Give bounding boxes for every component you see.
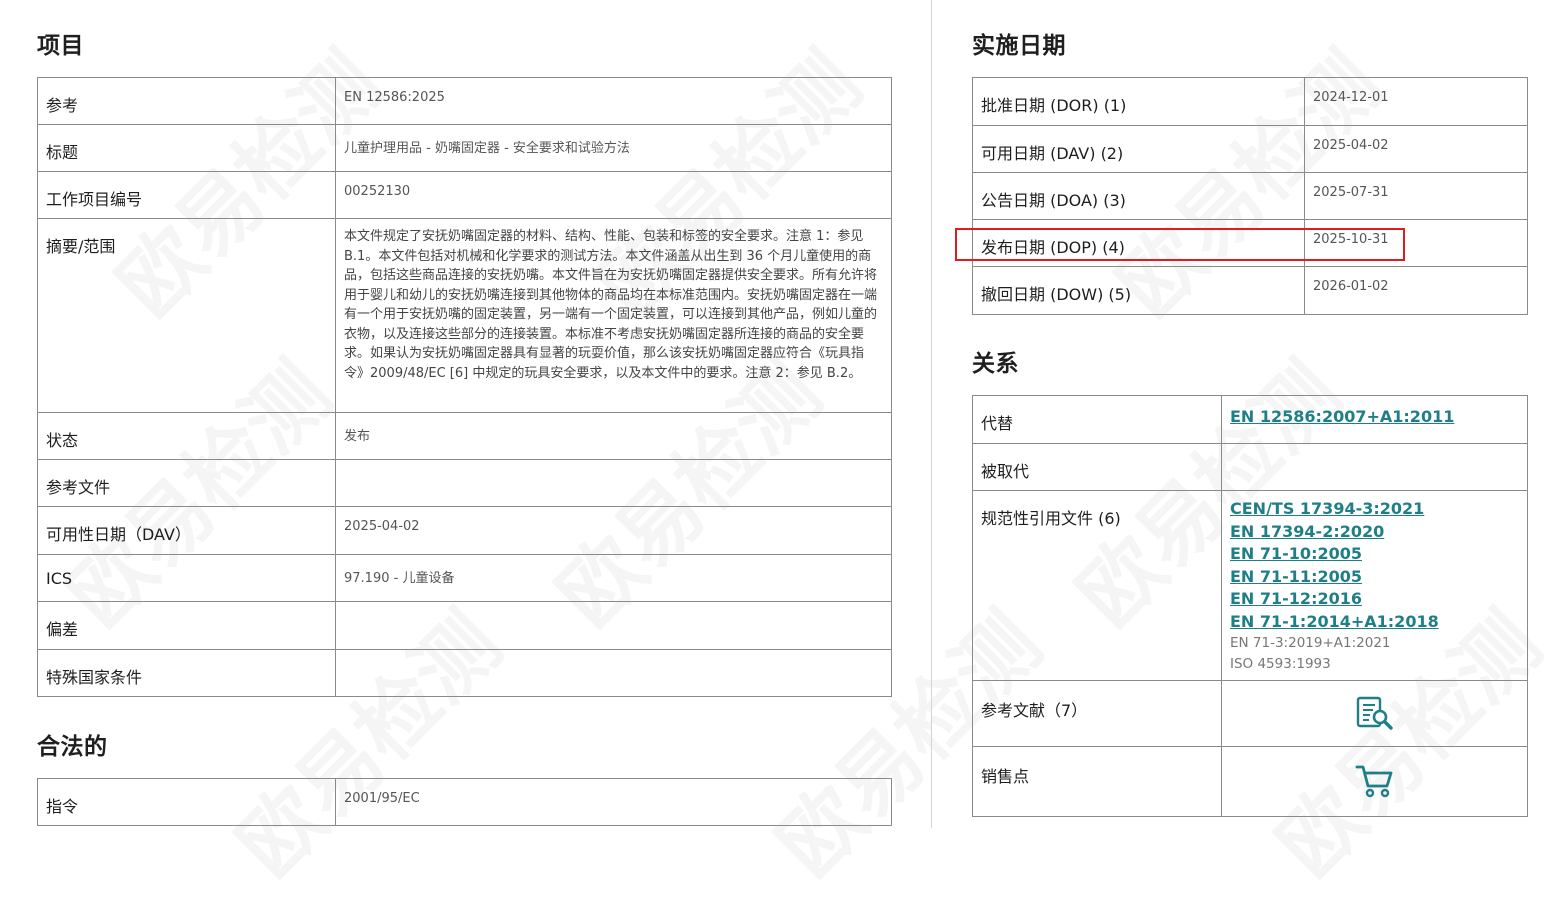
normative-link[interactable]: EN 71-12:2016 bbox=[1230, 588, 1519, 611]
dop-highlight-box bbox=[955, 228, 1405, 261]
relation-label: 代替 bbox=[972, 395, 1222, 444]
replaces-link[interactable]: EN 12586:2007+A1:2011 bbox=[1230, 406, 1519, 429]
normative-link[interactable]: EN 71-11:2005 bbox=[1230, 566, 1519, 589]
row-label: 工作项目编号 bbox=[37, 171, 336, 219]
row-value: 儿童护理用品 - 奶嘴固定器 - 安全要求和试验方法 bbox=[335, 124, 892, 172]
table-row: 指令 2001/95/EC bbox=[37, 778, 892, 826]
row-value bbox=[335, 649, 892, 697]
relation-value bbox=[1221, 746, 1528, 817]
table-row: 销售点 bbox=[972, 746, 1528, 817]
row-label: 特殊国家条件 bbox=[37, 649, 336, 697]
row-label: 指令 bbox=[37, 778, 336, 826]
row-value: 97.190 - 儿童设备 bbox=[335, 554, 892, 602]
row-value: 发布 bbox=[335, 412, 892, 460]
table-row: 批准日期 (DOR) (1) 2024-12-01 bbox=[972, 77, 1528, 126]
section-title-legal: 合法的 bbox=[37, 734, 108, 760]
row-value bbox=[335, 601, 892, 650]
normative-reference: EN 71-3:2019+A1:2021 bbox=[1230, 635, 1391, 651]
section-title-project: 项目 bbox=[37, 33, 84, 59]
row-label: 状态 bbox=[37, 412, 336, 460]
row-value: EN 12586:2025 bbox=[335, 77, 892, 125]
row-value: 00252130 bbox=[335, 171, 892, 219]
date-value: 2024-12-01 bbox=[1304, 77, 1528, 126]
normative-references: CEN/TS 17394-3:2021 EN 17394-2:2020 EN 7… bbox=[1221, 490, 1528, 681]
table-row: 被取代 bbox=[972, 443, 1528, 491]
table-row: 偏差 bbox=[37, 601, 892, 650]
row-label: 标题 bbox=[37, 124, 336, 172]
table-row: 公告日期 (DOA) (3) 2025-07-31 bbox=[972, 172, 1528, 220]
date-value: 2025-07-31 bbox=[1304, 172, 1528, 220]
date-value: 2025-04-02 bbox=[1304, 125, 1528, 173]
relation-value bbox=[1221, 680, 1528, 747]
section-title-dates: 实施日期 bbox=[972, 33, 1066, 59]
row-value: 2025-04-02 bbox=[335, 506, 892, 555]
relation-label: 销售点 bbox=[972, 746, 1222, 817]
column-divider bbox=[931, 0, 932, 828]
project-table: 参考 EN 12586:2025 标题 儿童护理用品 - 奶嘴固定器 - 安全要… bbox=[37, 77, 892, 697]
row-label: 参考文件 bbox=[37, 459, 336, 507]
date-label: 公告日期 (DOA) (3) bbox=[972, 172, 1305, 220]
table-row: ICS 97.190 - 儿童设备 bbox=[37, 554, 892, 602]
relation-label: 规范性引用文件 (6) bbox=[972, 490, 1222, 681]
row-label: 摘要/范围 bbox=[37, 218, 336, 413]
section-title-relations: 关系 bbox=[972, 351, 1019, 377]
row-value bbox=[335, 459, 892, 507]
dates-table: 批准日期 (DOR) (1) 2024-12-01 可用日期 (DAV) (2)… bbox=[972, 77, 1528, 315]
table-row: 参考文献（7） bbox=[972, 680, 1528, 747]
table-row: 代替 EN 12586:2007+A1:2011 bbox=[972, 395, 1528, 444]
table-row: 可用性日期（DAV） 2025-04-02 bbox=[37, 506, 892, 555]
table-row: 参考文件 bbox=[37, 459, 892, 507]
normative-link[interactable]: EN 71-1:2014+A1:2018 bbox=[1230, 611, 1519, 634]
row-value: 2001/95/EC bbox=[335, 778, 892, 826]
date-label: 可用日期 (DAV) (2) bbox=[972, 125, 1305, 173]
row-label: ICS bbox=[37, 554, 336, 602]
relation-label: 被取代 bbox=[972, 443, 1222, 491]
normative-link[interactable]: EN 71-10:2005 bbox=[1230, 543, 1519, 566]
table-row: 特殊国家条件 bbox=[37, 649, 892, 697]
row-label: 可用性日期（DAV） bbox=[37, 506, 336, 555]
abstract-text: 本文件规定了安抚奶嘴固定器的材料、结构、性能、包装和标签的安全要求。注意 1：参… bbox=[335, 218, 892, 413]
row-label: 偏差 bbox=[37, 601, 336, 650]
relation-label: 参考文献（7） bbox=[972, 680, 1222, 747]
table-row: 参考 EN 12586:2025 bbox=[37, 77, 892, 125]
date-label: 撤回日期 (DOW) (5) bbox=[972, 266, 1305, 315]
table-row: 状态 发布 bbox=[37, 412, 892, 460]
relation-value: EN 12586:2007+A1:2011 bbox=[1221, 395, 1528, 444]
table-row: 撤回日期 (DOW) (5) 2026-01-02 bbox=[972, 266, 1528, 315]
document-search-icon[interactable] bbox=[1354, 695, 1396, 731]
row-label: 参考 bbox=[37, 77, 336, 125]
table-row: 标题 儿童护理用品 - 奶嘴固定器 - 安全要求和试验方法 bbox=[37, 124, 892, 172]
normative-reference: ISO 4593:1993 bbox=[1230, 655, 1331, 672]
relations-table: 代替 EN 12586:2007+A1:2011 被取代 规范性引用文件 (6)… bbox=[972, 395, 1528, 817]
legal-table: 指令 2001/95/EC bbox=[37, 778, 892, 826]
normative-link[interactable]: EN 17394-2:2020 bbox=[1230, 521, 1519, 544]
table-row: 工作项目编号 00252130 bbox=[37, 171, 892, 219]
table-row: 规范性引用文件 (6) CEN/TS 17394-3:2021 EN 17394… bbox=[972, 490, 1528, 681]
date-label: 批准日期 (DOR) (1) bbox=[972, 77, 1305, 126]
shopping-cart-icon[interactable] bbox=[1354, 763, 1396, 799]
relation-value bbox=[1221, 443, 1528, 491]
table-row: 摘要/范围 本文件规定了安抚奶嘴固定器的材料、结构、性能、包装和标签的安全要求。… bbox=[37, 218, 892, 413]
normative-link[interactable]: CEN/TS 17394-3:2021 bbox=[1230, 498, 1519, 521]
date-value: 2026-01-02 bbox=[1304, 266, 1528, 315]
table-row: 可用日期 (DAV) (2) 2025-04-02 bbox=[972, 125, 1528, 173]
